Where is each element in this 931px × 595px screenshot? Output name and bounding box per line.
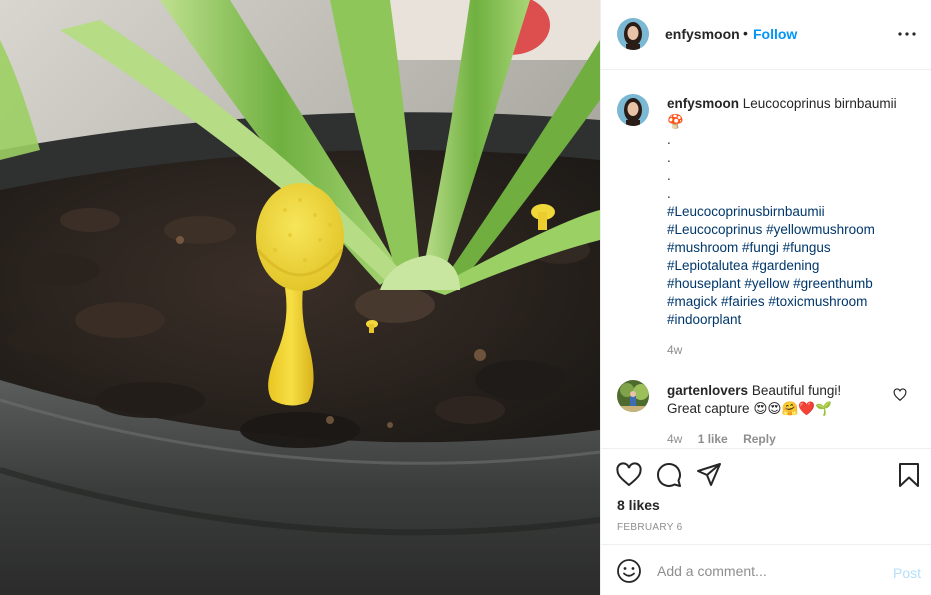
emoji-icon[interactable] [616,558,642,584]
commenter-username[interactable]: gartenlovers [667,383,748,398]
hashtag-link[interactable]: #gardening [752,258,820,273]
post-actions: 8 likes FEBRUARY 6 [601,448,931,544]
comment-body-line1: Beautiful fungi! [751,383,842,398]
hashtag-link[interactable]: #magick [667,294,717,309]
post-button[interactable]: Post [893,565,921,581]
mushroom-emoji: 🍄 [667,114,684,129]
likes-count[interactable]: 8 likes [617,497,660,513]
comment-meta: 4w 1 like Reply [667,432,788,446]
hashtag-link[interactable]: #Leucocoprinus [667,222,762,237]
add-comment-bar: Post [601,544,931,595]
commenter-avatar[interactable] [617,380,649,412]
share-icon[interactable] [695,461,723,489]
hashtag-link[interactable]: #yellow [744,276,789,291]
hashtag-link[interactable]: #yellowmushroom [766,222,875,237]
comment-input[interactable] [657,558,877,584]
comment-time-ago[interactable]: 4w [667,432,682,446]
post-date[interactable]: FEBRUARY 6 [617,522,682,533]
more-options-icon[interactable] [895,24,919,44]
comment-text: gartenlovers Beautiful fungi! Great capt… [667,382,892,418]
hashtag-link[interactable]: #fungus [783,240,831,255]
hashtag-link[interactable]: #fairies [721,294,765,309]
reply-button[interactable]: Reply [743,432,776,446]
caption-dot: . [667,150,671,165]
comment-emojis: 😍😍🤗❤️🌱 [753,401,832,416]
heart-icon[interactable] [615,461,643,489]
post-photo[interactable] [0,0,600,595]
post-header: enfysmoon • Follow [601,0,931,70]
hashtag-link[interactable]: #greenthumb [793,276,873,291]
header-separator: • [743,25,748,41]
caption-dot: . [667,132,671,147]
hashtag-link[interactable]: #Leucocoprinusbirnbaumii [667,204,825,219]
caption-text: enfysmoon Leucocoprinus birnbaumii 🍄 . .… [667,95,917,329]
comment-icon[interactable] [655,461,683,489]
instagram-post: enfysmoon • Follow enfysmoon Leucocoprin… [0,0,931,595]
mushroom-photo-illustration [0,0,600,595]
caption-time-ago[interactable]: 4w [667,343,682,357]
hashtag-link[interactable]: #houseplant [667,276,741,291]
caption-username[interactable]: enfysmoon [667,96,739,111]
hashtag-link[interactable]: #Lepiotalutea [667,258,748,273]
follow-button[interactable]: Follow [753,26,797,42]
caption-dot: . [667,186,671,201]
post-side-panel: enfysmoon • Follow enfysmoon Leucocoprin… [600,0,931,595]
hashtag-link[interactable]: #mushroom [667,240,738,255]
author-username[interactable]: enfysmoon [665,26,740,42]
hashtag-link[interactable]: #fungi [742,240,779,255]
bookmark-icon[interactable] [895,461,923,489]
comment-heart-icon[interactable] [893,388,907,402]
comment-likes[interactable]: 1 like [698,432,728,446]
comment-body-line2: Great capture [667,401,750,416]
hashtag-link[interactable]: #toxicmushroom [768,294,867,309]
author-avatar[interactable] [617,18,649,50]
caption-dot: . [667,168,671,183]
hashtag-link[interactable]: #indoorplant [667,312,741,327]
caption-body: Leucocoprinus birnbaumii [742,96,897,111]
caption-avatar[interactable] [617,94,649,126]
